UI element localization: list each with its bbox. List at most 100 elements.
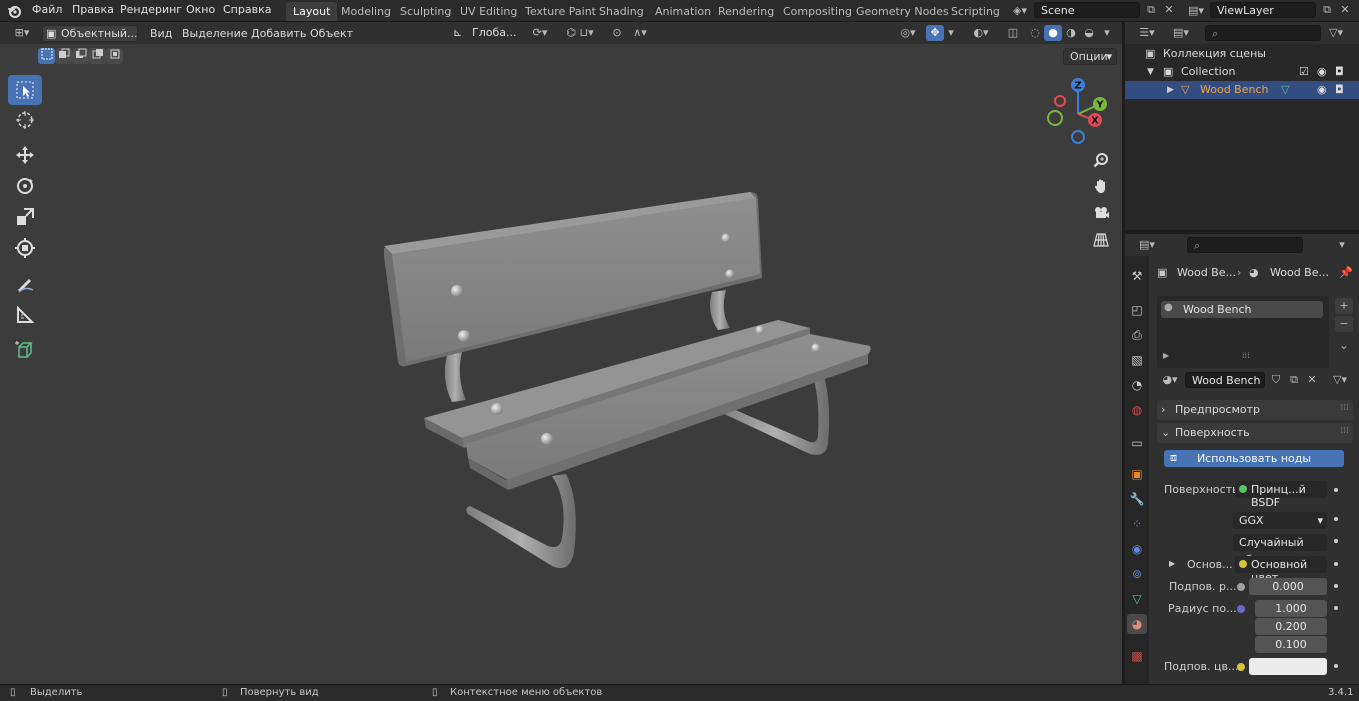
tab-animation[interactable]: Animation [648,2,718,21]
world-tab-icon[interactable]: ◍ [1127,400,1147,420]
radius-z-field[interactable]: 0.100 [1255,636,1327,653]
outliner-editor-type-icon[interactable]: ☰▾ [1133,25,1161,41]
delete-scene-icon[interactable]: ✕ [1160,2,1178,18]
wireframe-shading-icon[interactable]: ◌ [1026,25,1044,41]
scene-selector-icon[interactable]: ◈▾ [1008,3,1032,19]
data-tab-icon[interactable]: ▽ [1127,589,1147,609]
expand-collection-icon[interactable]: ▼ [1147,63,1154,81]
distribution-dropdown[interactable]: GGX ▾ [1233,512,1327,529]
radius-x-field[interactable]: 1.000 [1255,600,1327,617]
move-tool[interactable] [8,140,42,170]
object-tab-icon[interactable]: ▣ [1127,464,1147,484]
wood-bench-model[interactable] [370,162,890,592]
menu-help[interactable]: Справка [217,0,277,22]
tab-sculpting[interactable]: Sculpting [393,2,458,21]
object-visibility-eye-icon[interactable]: ◉ [1317,81,1327,99]
link-type-icon[interactable]: ▽▾ [1327,372,1353,388]
radius-socket-icon[interactable] [1237,605,1245,613]
pan-hand-icon[interactable] [1089,174,1113,198]
object-render-camera-icon[interactable]: ◘ [1335,81,1344,99]
overlays-icon[interactable]: ◐▾ [966,25,996,41]
select-difference-icon[interactable] [89,48,106,64]
view-layer-tab-icon[interactable]: ▧ [1127,350,1147,370]
gizmo-toggle-icon[interactable]: ✥ [926,25,944,41]
use-nodes-button[interactable]: ⧈ Использовать ноды [1164,450,1344,467]
new-scene-icon[interactable]: ⧉ [1142,2,1160,18]
falloff-icon[interactable]: ∧▾ [628,25,652,41]
menu-edit[interactable]: Правка [66,0,120,22]
editor-type-icon[interactable]: ⊞▾ [8,25,36,41]
breadcrumb-object[interactable]: Wood Be... [1177,266,1236,279]
radius-y-field[interactable]: 0.200 [1255,618,1327,635]
scale-tool[interactable] [8,202,42,232]
subsurface-value-field[interactable]: 0.000 [1249,578,1327,595]
scene-name-field[interactable]: Scene [1034,2,1140,18]
tab-shading[interactable]: Shading [592,2,651,21]
solid-shading-icon[interactable]: ● [1044,25,1062,41]
texture-tab-icon[interactable]: ▩ [1127,646,1147,666]
select-intersect-icon[interactable] [106,48,123,64]
base-color-field[interactable]: Основной цвет [1235,556,1327,584]
transform-tool[interactable] [8,233,42,263]
animate-surface-icon[interactable] [1334,488,1338,492]
animate-subsurface-color-icon[interactable] [1334,664,1338,668]
constraints-tab-icon[interactable]: ⊚ [1127,564,1147,584]
view-layer-selector-icon[interactable]: ▤▾ [1184,3,1208,19]
material-name-field[interactable]: Wood Bench [1185,372,1265,388]
browse-material-icon[interactable]: ◕▾ [1157,372,1183,388]
menu-window[interactable]: Окно [180,0,221,22]
render-camera-icon[interactable]: ◘ [1335,63,1344,81]
measure-tool[interactable] [8,300,42,330]
tab-modeling[interactable]: Modeling [334,2,398,21]
outliner-collection[interactable]: ▼ ▣ Collection ☑ ◉ ◘ [1125,63,1359,81]
animate-method-icon[interactable] [1334,539,1338,543]
add-slot-button[interactable]: + [1335,298,1353,314]
mode-dropdown[interactable]: ▣ Объектный... [42,25,138,42]
surface-section-header[interactable]: ⌄ Поверхность ⁞⁞⁞ [1157,423,1353,443]
surface-drag-handle-icon[interactable]: ⁞⁞⁞ [1340,426,1349,436]
list-resize-handle[interactable]: ⁞⁞⁞ [1242,351,1250,360]
menu-file[interactable]: Файл [26,0,68,22]
options-dropdown[interactable]: Опции ▾ [1063,48,1117,65]
snap-icon[interactable]: ⌬ ⊔▾ [558,25,602,41]
subsurface-socket-icon[interactable] [1237,583,1245,591]
list-expand-icon[interactable]: ▶ [1163,351,1169,360]
display-mode-icon[interactable]: ▤▾ [1167,25,1195,41]
menu-render[interactable]: Рендеринг [114,0,188,22]
expand-base-color-icon[interactable]: ▶ [1169,559,1175,568]
select-extend-icon[interactable] [55,48,72,64]
exclude-checkbox-icon[interactable]: ☑ [1299,63,1309,81]
view-layer-name-field[interactable]: ViewLayer [1210,2,1316,18]
3d-viewport[interactable]: ⊞▾ ▣ Объектный... Вид Выделение Добавить… [0,22,1122,684]
rotate-tool[interactable] [8,171,42,201]
transform-orientation-dropdown[interactable]: ⊾ Глоба... [450,25,522,42]
outliner-object-row[interactable]: ▶ ▽ Wood Bench ▽ ◉ ◘ [1125,81,1359,99]
material-tab-icon[interactable]: ◕ [1127,614,1147,634]
material-shading-icon[interactable]: ◑ [1062,25,1080,41]
pivot-point-icon[interactable]: ⟳▾ [528,25,552,41]
cursor-tool[interactable] [8,105,42,135]
drag-handle-icon[interactable]: ⁞⁞⁞ [1340,403,1349,413]
scene-tab-icon[interactable]: ◔ [1127,375,1147,395]
menu-object[interactable]: Объект [306,25,357,42]
annotate-tool[interactable] [8,269,42,299]
navigation-gizmo[interactable]: Z Y X [1042,74,1112,146]
tab-layout[interactable]: Layout [286,2,338,21]
camera-view-icon[interactable] [1089,201,1113,225]
tab-uv-editing[interactable]: UV Editing [453,2,524,21]
tab-texture-paint[interactable]: Texture Paint [518,2,603,21]
proportional-editing-icon[interactable]: ⊙ [608,25,626,41]
properties-search-input[interactable]: ⌕ [1187,237,1303,253]
collection-tab-icon[interactable]: ▭ [1127,433,1147,453]
properties-editor-type-icon[interactable]: ▤▾ [1133,237,1161,253]
tab-scripting[interactable]: Scripting [944,2,1007,21]
pin-icon[interactable]: 📌 [1339,266,1353,279]
visibility-icon[interactable]: ◎▾ [896,25,920,41]
surface-shader-field[interactable]: Принц...й BSDF [1235,481,1327,509]
select-subtract-icon[interactable] [72,48,89,64]
animate-subsurface-icon[interactable] [1334,584,1338,588]
physics-tab-icon[interactable]: ◉ [1127,539,1147,559]
blender-logo-icon[interactable] [6,3,22,19]
menu-view[interactable]: Вид [146,25,176,42]
add-cube-tool[interactable] [8,335,42,365]
